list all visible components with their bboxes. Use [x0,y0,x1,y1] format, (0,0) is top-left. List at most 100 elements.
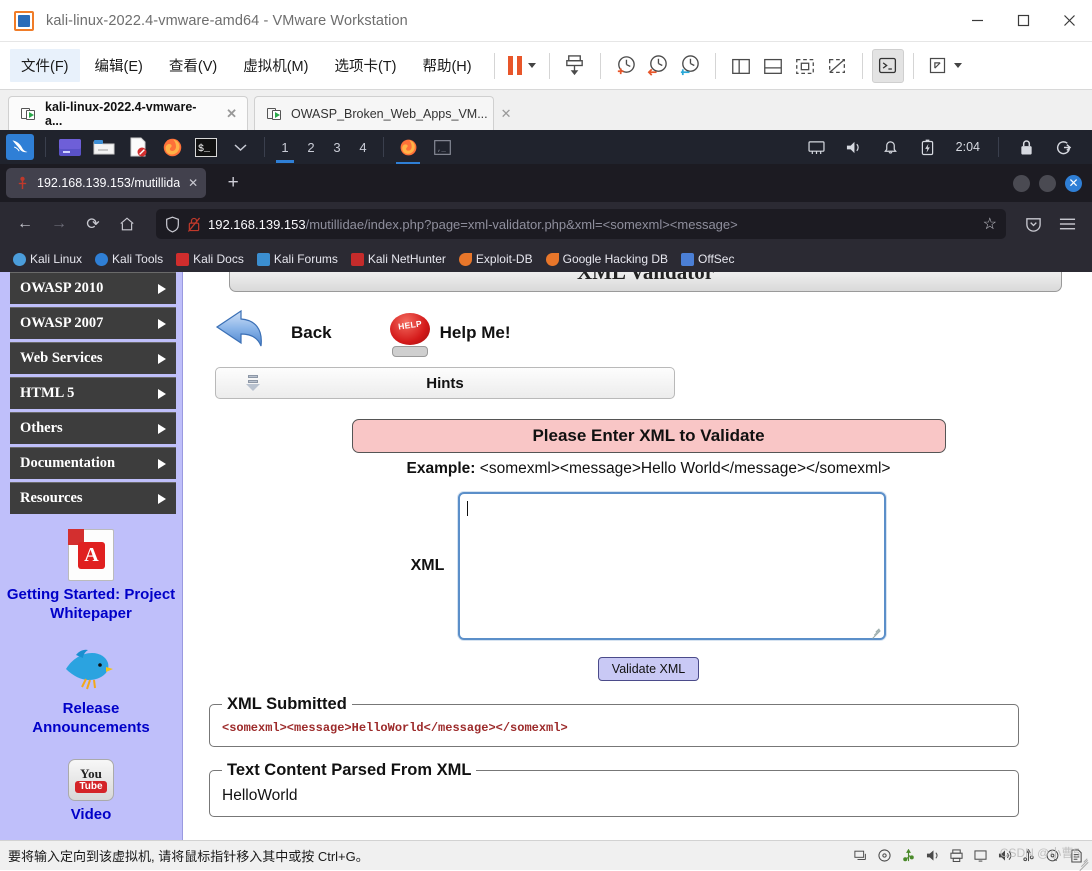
cd-icon[interactable] [877,848,892,863]
firefox-maximize-button[interactable] [1039,174,1056,192]
sidebar-promo-whitepaper[interactable]: A Getting Started: Project Whitepaper [0,517,182,623]
pause-button[interactable] [504,49,540,83]
speaker-icon[interactable] [997,848,1012,863]
taskbar-window-firefox[interactable] [394,134,422,164]
vm-tab-owasp[interactable]: OWASP_Broken_Web_Apps_VM... ✕ [254,96,512,130]
menu-view[interactable]: 查看(V) [158,49,228,82]
workspace-2[interactable]: 2 [298,140,324,155]
sidebar-item-owasp-2010[interactable]: OWASP 2010 [10,272,176,304]
file-manager-icon[interactable] [92,135,116,159]
sidebar-item-label: HTML 5 [20,385,75,401]
sound-icon[interactable] [925,848,940,863]
insecure-connection-icon[interactable] [187,216,201,233]
xml-input[interactable] [458,492,887,640]
workspace-3[interactable]: 3 [324,140,350,155]
firefox-minimize-button[interactable] [1013,174,1030,192]
sidebar-item-web-services[interactable]: Web Services [10,342,176,374]
menu-edit[interactable]: 编辑(E) [84,49,154,82]
browser-tab-close-icon[interactable]: ✕ [188,176,198,190]
home-button[interactable] [112,209,142,239]
full-screen-button[interactable] [789,49,821,83]
bookmark-kali-tools[interactable]: Kali Tools [90,250,168,268]
bookmark-offsec[interactable]: OffSec [676,250,739,268]
sidebar-promo-release[interactable]: Release Announcements [0,623,182,737]
workspace-1[interactable]: 1 [272,140,298,163]
close-button[interactable] [1046,0,1092,42]
sidebar-promo-video[interactable]: You Tube Video [0,737,182,824]
text-editor-icon[interactable] [126,135,150,159]
printer-icon[interactable] [949,848,964,863]
minimize-button[interactable] [954,0,1000,42]
firefox-close-button[interactable]: ✕ [1065,174,1082,192]
bookmark-kali-forums[interactable]: Kali Forums [252,250,343,268]
hamburger-menu-icon[interactable] [1052,209,1082,239]
settings-icon[interactable] [1021,848,1036,863]
menu-file[interactable]: 文件(F) [10,49,80,82]
terminal-icon[interactable]: $_ [194,135,218,159]
help-label[interactable]: Help Me! [440,323,511,343]
sidebar-item-owasp-2007[interactable]: OWASP 2007 [10,307,176,339]
logout-icon[interactable] [1051,135,1075,159]
bookmark-kali-linux[interactable]: Kali Linux [8,250,87,268]
url-bar[interactable]: 192.168.139.153/mutillidae/index.php?pag… [156,209,1006,239]
taskbar-window-terminal[interactable]: ‚_ [428,134,456,160]
terminal-emulator-icon[interactable] [58,135,82,159]
manage-snapshots-button[interactable] [674,49,706,83]
bookmark-star-icon[interactable]: ☆ [983,214,997,234]
taskbar-clock[interactable]: 2:04 [956,140,980,154]
sidebar-item-documentation[interactable]: Documentation [10,447,176,479]
help-button-icon[interactable]: HELP [388,309,432,357]
bookmark-exploit-db[interactable]: Exploit-DB [454,250,538,268]
page-title: XML Validator [576,272,715,284]
firefox-icon[interactable] [160,135,184,159]
resize-handle[interactable] [871,625,882,639]
show-thumbnail-bar-button[interactable] [757,49,789,83]
validate-xml-button[interactable]: Validate XML [597,657,700,681]
chevron-down-icon[interactable] [228,135,252,159]
menu-tabs[interactable]: 选项卡(T) [323,49,407,82]
promo-label: Getting Started: Project Whitepaper [6,586,176,622]
reload-button[interactable]: ⟳ [78,209,108,239]
take-snapshot-button[interactable] [559,49,591,83]
network-icon[interactable] [853,848,868,863]
browser-tab-active[interactable]: 192.168.139.153/mutillida ✕ [6,168,207,198]
back-button[interactable]: ← [10,209,40,239]
vm-tab-close-icon[interactable]: ✕ [226,106,237,122]
notification-bell-icon[interactable] [879,135,903,159]
back-label[interactable]: Back [291,323,332,343]
hints-toggle[interactable]: Hints [215,367,675,399]
network-icon[interactable] [805,135,829,159]
maximize-button[interactable] [1000,0,1046,42]
menu-vm[interactable]: 虚拟机(M) [232,49,319,82]
snapshot-add-button[interactable] [610,49,642,83]
volume-icon[interactable] [842,135,866,159]
tracking-protection-icon[interactable] [165,216,180,233]
bookmark-kali-docs[interactable]: Kali Docs [171,250,249,268]
show-library-button[interactable] [725,49,757,83]
bookmark-kali-nethunter[interactable]: Kali NetHunter [346,250,451,268]
kali-dragon-icon[interactable] [6,134,34,160]
menu-help[interactable]: 帮助(H) [411,49,482,82]
usb-icon[interactable] [901,848,916,863]
console-view-button[interactable] [871,48,904,83]
battery-icon[interactable] [916,135,940,159]
new-tab-button[interactable]: + [220,172,246,194]
bookmark-google-hacking-db[interactable]: Google Hacking DB [541,250,673,268]
unity-mode-button[interactable] [821,49,853,83]
pocket-icon[interactable] [1018,209,1048,239]
stretch-guest-button[interactable] [923,49,966,83]
window-resize-grip[interactable] [1078,856,1090,871]
vmware-title-bar: kali-linux-2022.4-vmware-amd64 - VMware … [0,0,1092,42]
sidebar-item-resources[interactable]: Resources [10,482,176,514]
vm-tab-close-icon[interactable]: ✕ [501,106,512,122]
hdd-icon[interactable] [1045,848,1060,863]
sidebar-item-html-5[interactable]: HTML 5 [10,377,176,409]
back-arrow-icon[interactable] [215,307,283,359]
display-icon[interactable] [973,848,988,863]
vm-tab-kali[interactable]: kali-linux-2022.4-vmware-a... ✕ [8,96,248,130]
revert-snapshot-button[interactable] [642,49,674,83]
workspace-4[interactable]: 4 [350,140,376,155]
sidebar-item-others[interactable]: Others [10,412,176,444]
forward-button[interactable]: → [44,209,74,239]
lock-icon[interactable] [1014,135,1038,159]
